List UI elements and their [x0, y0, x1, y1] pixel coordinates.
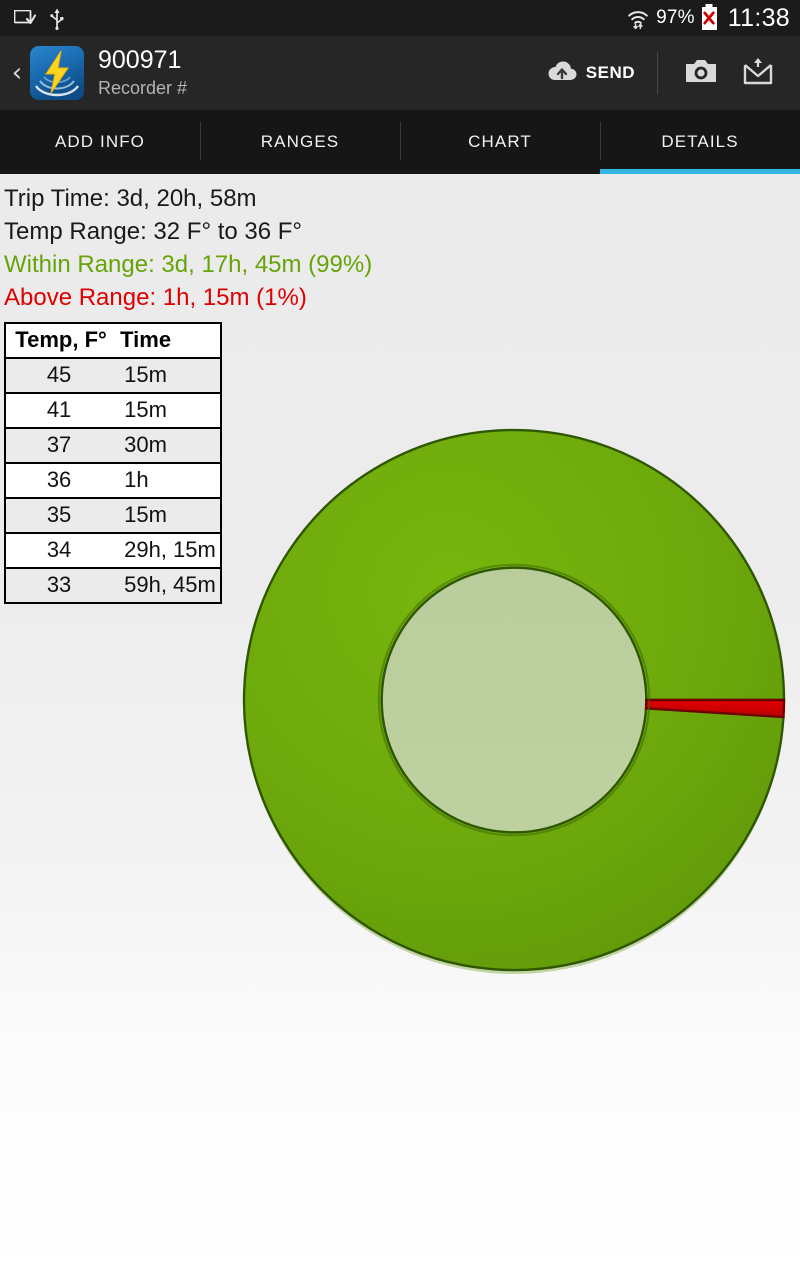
donut-chart-svg: [242, 428, 786, 974]
tab-details-label: DETAILS: [661, 132, 739, 151]
table-row: 34 29h, 15m: [5, 533, 221, 569]
status-clock: 11:38: [727, 3, 790, 32]
table-row: 36 1h: [5, 463, 221, 499]
cell-time: 15m: [112, 393, 221, 429]
cell-temp: 33: [5, 568, 113, 603]
inbox-upload-icon: [742, 56, 774, 91]
table-header-row: Temp, F° Time: [5, 323, 221, 359]
tab-add-info-label: ADD INFO: [54, 132, 146, 151]
tab-chart-label: CHART: [468, 132, 532, 151]
tab-chart[interactable]: CHART: [400, 110, 600, 174]
app-title-block: 900971 Recorder #: [98, 46, 188, 99]
tab-bar: ADD INFO RANGES CHART DETAILS: [0, 110, 800, 174]
battery-percent-label: 97%: [656, 7, 695, 28]
cell-time: 30m: [112, 428, 221, 464]
cell-temp: 37: [5, 428, 113, 464]
table-row: 33 59h, 45m: [5, 568, 221, 603]
page-subtitle: Recorder #: [98, 77, 188, 98]
action-bar: ‹ 900971 Recorder # SEND: [0, 36, 800, 110]
cell-time: 15m: [112, 498, 221, 534]
cloud-upload-icon: [543, 59, 577, 88]
usb-icon: [50, 8, 64, 30]
cell-time: 15m: [112, 358, 221, 394]
lightning-bolt-app-icon: [30, 46, 84, 100]
send-button-label: SEND: [585, 63, 635, 82]
action-bar-divider: [657, 52, 658, 94]
table-row: 45 15m: [5, 358, 221, 394]
status-bar-left-icons: [13, 8, 64, 30]
wifi-icon: [627, 7, 649, 30]
tab-ranges-label: RANGES: [260, 132, 340, 151]
archive-button[interactable]: [730, 50, 786, 97]
status-bar: 97% 11:38: [0, 0, 800, 36]
cell-temp: 45: [5, 358, 113, 394]
table-header-time: Time: [112, 323, 221, 359]
details-content: Trip Time: 3d, 20h, 58m Temp Range: 32 F…: [0, 174, 800, 1280]
tab-details[interactable]: DETAILS: [600, 110, 800, 174]
table-row: 35 15m: [5, 498, 221, 534]
cell-temp: 36: [5, 463, 113, 499]
table-row: 41 15m: [5, 393, 221, 429]
camera-icon: [684, 57, 718, 90]
donut-slice-above-range: [644, 698, 786, 719]
send-button[interactable]: SEND: [535, 53, 643, 94]
camera-button[interactable]: [672, 51, 730, 96]
temp-range-label: Temp Range: 32 F° to 36 F°: [4, 218, 303, 245]
cell-time: 59h, 45m: [112, 568, 221, 603]
donut-shadow: [244, 434, 784, 974]
tab-ranges[interactable]: RANGES: [200, 110, 400, 174]
back-chevron-icon[interactable]: ‹: [4, 60, 30, 86]
status-bar-right-icons: 97% 11:38: [627, 4, 790, 33]
screenshot-saved-icon: [13, 9, 37, 26]
table-row: 37 30m: [5, 428, 221, 464]
cell-time: 29h, 15m: [112, 533, 221, 569]
summary-block: Trip Time: 3d, 20h, 58m Temp Range: 32 F…: [0, 174, 800, 314]
trip-time-label: Trip Time: 3d, 20h, 58m: [4, 185, 257, 212]
table-header-temp: Temp, F°: [5, 323, 113, 359]
above-range-label: Above Range: 1h, 15m (1%): [4, 284, 307, 311]
cell-temp: 41: [5, 393, 113, 429]
tab-add-info[interactable]: ADD INFO: [0, 110, 200, 174]
within-range-label: Within Range: 3d, 17h, 45m (99%): [4, 251, 373, 278]
temperature-table: Temp, F° Time 45 15m 41 15m 37 30m 36 1h: [4, 322, 222, 604]
cell-temp: 34: [5, 533, 113, 569]
page-title: 900971: [98, 46, 182, 74]
table-body: 45 15m 41 15m 37 30m 36 1h 35 15m 34 29h…: [5, 358, 221, 603]
donut-slice-within-range: [242, 428, 786, 972]
donut-inner-edge: [377, 563, 651, 837]
cell-time: 1h: [112, 463, 221, 499]
table-head: Temp, F° Time: [5, 323, 221, 359]
battery-error-icon: [701, 6, 717, 30]
cell-temp: 35: [5, 498, 113, 534]
range-donut-chart: [238, 424, 790, 976]
